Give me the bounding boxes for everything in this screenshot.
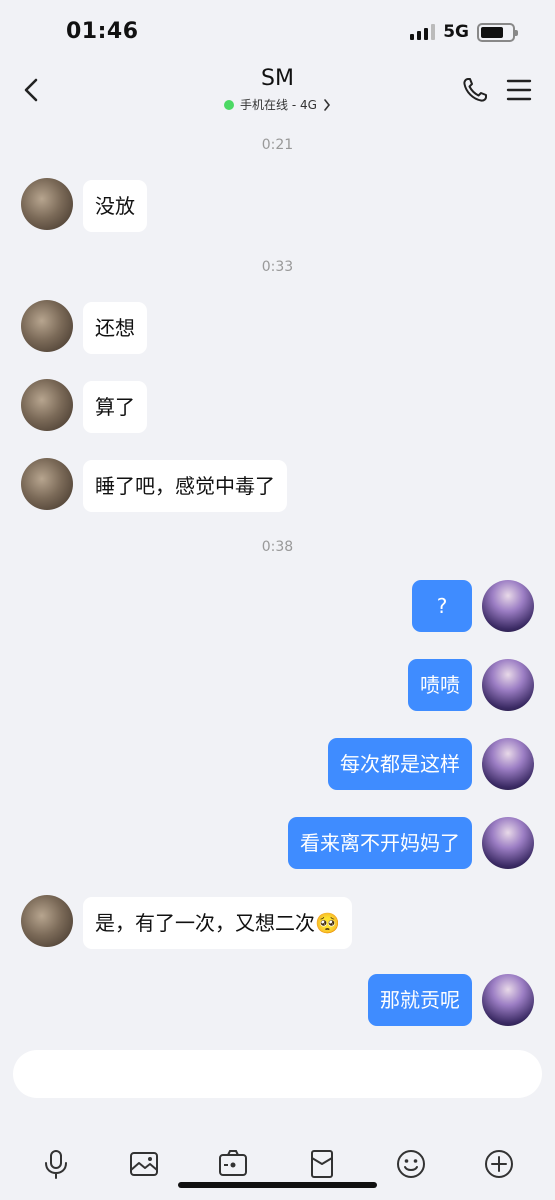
home-indicator[interactable] [178, 1182, 377, 1188]
timestamp: 0:33 [261, 259, 294, 275]
message-input[interactable] [13, 1050, 542, 1098]
sent-message[interactable]: 每次都是这样 [328, 738, 472, 790]
received-message[interactable]: 还想 [83, 302, 147, 354]
timestamp: 0:38 [261, 539, 294, 555]
input-area [0, 1040, 555, 1200]
plus-icon[interactable] [483, 1148, 515, 1180]
timestamp: 0:21 [261, 137, 294, 153]
my-avatar[interactable] [482, 580, 534, 632]
my-avatar[interactable] [482, 738, 534, 790]
image-icon[interactable] [128, 1148, 160, 1180]
sent-message[interactable]: 看来离不开妈妈了 [288, 817, 472, 869]
my-avatar[interactable] [482, 659, 534, 711]
sent-message[interactable]: 那就贡呢 [368, 974, 472, 1026]
received-message[interactable]: 是，有了一次，又想二次🥺 [83, 897, 352, 949]
camera-icon[interactable] [217, 1148, 249, 1180]
contact-avatar[interactable] [21, 895, 73, 947]
battery-icon [477, 22, 518, 42]
online-dot-icon [224, 99, 235, 110]
message-list[interactable]: 0:21 没放 0:33 还想 算了 睡了吧，感觉中毒了 0:38 ? 啧啧 每… [0, 118, 555, 1040]
online-status-text: 手机在线 - 4G [240, 98, 317, 112]
my-avatar[interactable] [482, 974, 534, 1026]
sent-message[interactable]: 啧啧 [408, 659, 472, 711]
received-message[interactable]: 睡了吧，感觉中毒了 [83, 460, 287, 512]
contact-avatar[interactable] [21, 458, 73, 510]
contact-avatar[interactable] [21, 178, 73, 230]
phone-icon[interactable] [461, 76, 489, 104]
sent-message[interactable]: ? [412, 580, 472, 632]
emoji-icon[interactable] [395, 1148, 427, 1180]
status-time: 01:46 [66, 19, 139, 44]
status-bar: 01:46 5G [0, 0, 555, 62]
red-packet-icon[interactable] [306, 1148, 338, 1180]
hamburger-menu-icon[interactable] [505, 78, 533, 102]
contact-avatar[interactable] [21, 300, 73, 352]
received-message[interactable]: 没放 [83, 180, 147, 232]
chevron-right-icon [324, 98, 330, 111]
chat-header: SM 手机在线 - 4G [0, 62, 555, 118]
contact-avatar[interactable] [21, 379, 73, 431]
network-type: 5G [443, 22, 469, 42]
received-message[interactable]: 算了 [83, 381, 147, 433]
my-avatar[interactable] [482, 817, 534, 869]
signal-icon [410, 24, 436, 40]
microphone-icon[interactable] [40, 1148, 72, 1180]
status-indicators: 5G [410, 21, 518, 43]
